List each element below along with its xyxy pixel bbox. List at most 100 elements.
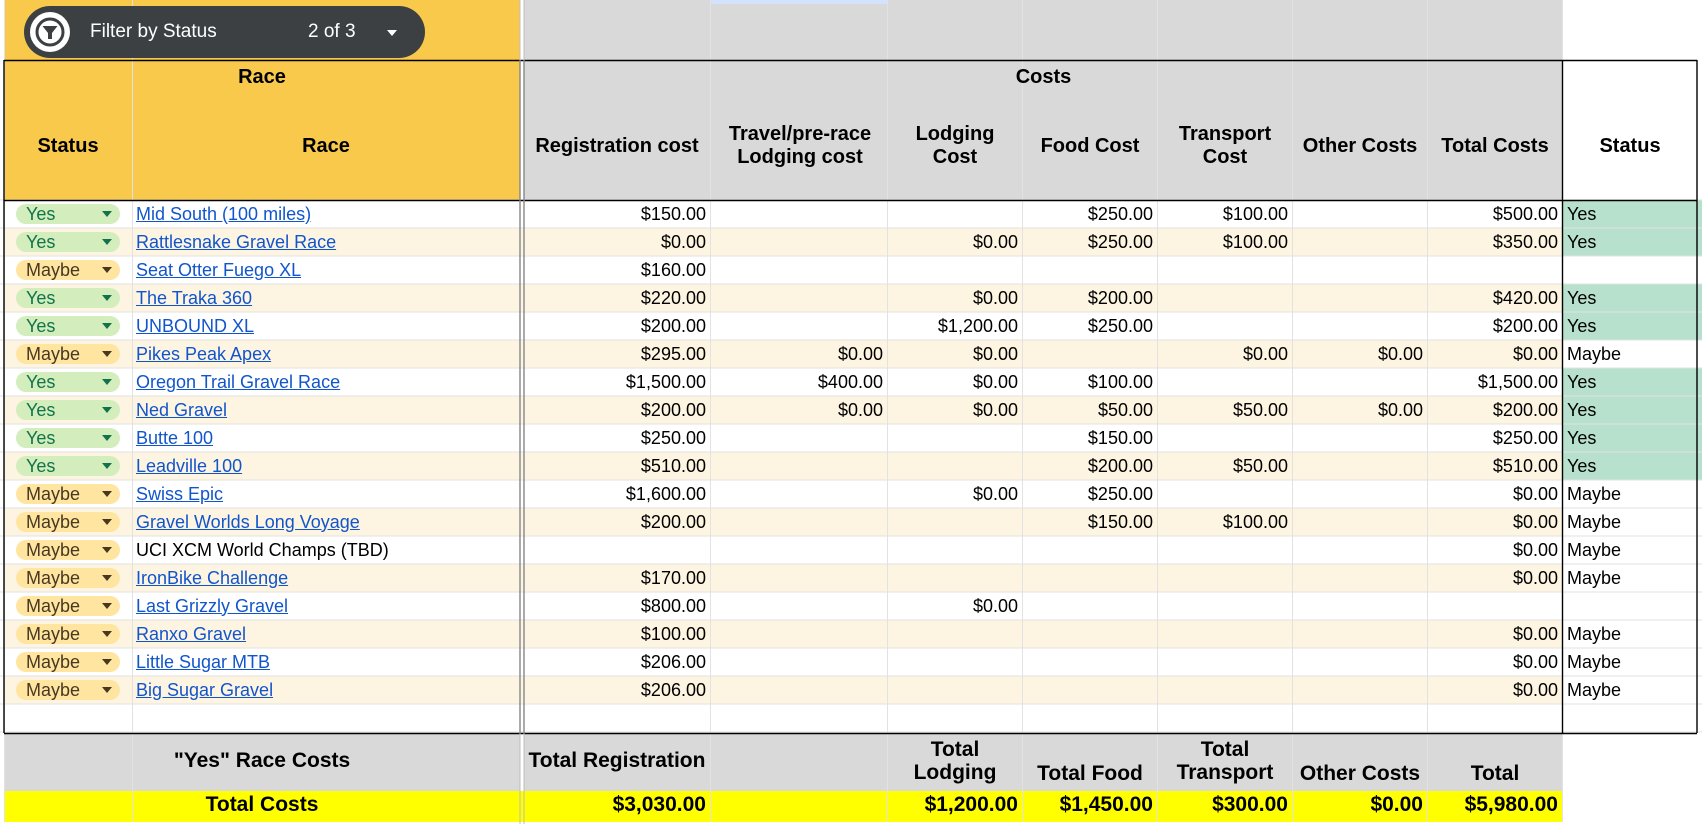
status-dropdown-chip[interactable]: Maybe — [16, 568, 120, 588]
lodging-cost-cell[interactable]: $0.00 — [887, 340, 1022, 368]
status-value-cell[interactable]: Yes — [1563, 452, 1697, 480]
registration-cost-cell[interactable]: $1,500.00 — [524, 368, 710, 396]
chevron-down-icon[interactable] — [102, 211, 112, 217]
transport-cost-cell[interactable]: $50.00 — [1157, 396, 1292, 424]
other-costs-cell[interactable] — [1292, 620, 1427, 648]
other-costs-cell[interactable] — [1292, 368, 1427, 396]
total-costs-cell[interactable]: $0.00 — [1427, 676, 1562, 704]
transport-cost-cell[interactable] — [1157, 256, 1292, 284]
other-costs-cell[interactable] — [1292, 284, 1427, 312]
chevron-down-icon[interactable] — [102, 323, 112, 329]
registration-cost-cell[interactable]: $200.00 — [524, 508, 710, 536]
total-costs-cell[interactable]: $0.00 — [1427, 340, 1562, 368]
race-link[interactable]: Ned Gravel — [132, 396, 520, 424]
total-costs-cell[interactable]: $510.00 — [1427, 452, 1562, 480]
transport-cost-cell[interactable] — [1157, 648, 1292, 676]
lodging-cost-cell[interactable]: $1,200.00 — [887, 312, 1022, 340]
travel-lodging-cost-cell[interactable] — [710, 256, 887, 284]
status-dropdown-chip[interactable]: Yes — [16, 428, 120, 448]
total-costs-cell[interactable]: $0.00 — [1427, 508, 1562, 536]
lodging-cost-cell[interactable]: $0.00 — [887, 480, 1022, 508]
total-costs-cell[interactable] — [1427, 592, 1562, 620]
total-costs-cell[interactable]: $250.00 — [1427, 424, 1562, 452]
status-value-cell[interactable] — [1563, 592, 1697, 620]
food-cost-cell[interactable]: $100.00 — [1022, 368, 1157, 396]
food-cost-cell[interactable] — [1022, 564, 1157, 592]
transport-cost-cell[interactable]: $100.00 — [1157, 508, 1292, 536]
race-link[interactable]: Leadville 100 — [132, 452, 520, 480]
transport-cost-cell[interactable] — [1157, 368, 1292, 396]
status-value-cell[interactable]: Yes — [1563, 284, 1697, 312]
total-costs-cell[interactable]: $500.00 — [1427, 200, 1562, 228]
registration-cost-cell[interactable]: $1,600.00 — [524, 480, 710, 508]
food-cost-cell[interactable]: $150.00 — [1022, 508, 1157, 536]
lodging-cost-cell[interactable] — [887, 256, 1022, 284]
total-costs-cell[interactable]: $350.00 — [1427, 228, 1562, 256]
lodging-cost-cell[interactable] — [887, 564, 1022, 592]
status-dropdown-chip[interactable]: Yes — [16, 288, 120, 308]
registration-cost-cell[interactable]: $800.00 — [524, 592, 710, 620]
other-costs-cell[interactable] — [1292, 424, 1427, 452]
total-costs-cell[interactable]: $0.00 — [1427, 480, 1562, 508]
other-costs-cell[interactable] — [1292, 312, 1427, 340]
filter-icon-button[interactable] — [30, 12, 70, 52]
transport-cost-cell[interactable]: $0.00 — [1157, 340, 1292, 368]
status-value-cell[interactable]: Yes — [1563, 228, 1697, 256]
food-cost-cell[interactable] — [1022, 648, 1157, 676]
status-value-cell[interactable]: Maybe — [1563, 676, 1697, 704]
lodging-cost-cell[interactable]: $0.00 — [887, 592, 1022, 620]
lodging-cost-cell[interactable] — [887, 648, 1022, 676]
race-link[interactable]: UNBOUND XL — [132, 312, 520, 340]
filter-by-status-chip[interactable]: Filter by Status 2 of 3 — [24, 6, 425, 58]
other-costs-cell[interactable] — [1292, 536, 1427, 564]
travel-lodging-cost-cell[interactable] — [710, 564, 887, 592]
registration-cost-cell[interactable]: $170.00 — [524, 564, 710, 592]
other-costs-cell[interactable] — [1292, 200, 1427, 228]
race-link[interactable]: Seat Otter Fuego XL — [132, 256, 520, 284]
race-link[interactable]: Big Sugar Gravel — [132, 676, 520, 704]
race-link[interactable]: Oregon Trail Gravel Race — [132, 368, 520, 396]
status-dropdown-chip[interactable]: Maybe — [16, 344, 120, 364]
chevron-down-icon[interactable] — [102, 687, 112, 693]
travel-lodging-cost-cell[interactable] — [710, 480, 887, 508]
status-dropdown-chip[interactable]: Maybe — [16, 624, 120, 644]
registration-cost-cell[interactable]: $0.00 — [524, 228, 710, 256]
registration-cost-cell[interactable]: $295.00 — [524, 340, 710, 368]
registration-cost-cell[interactable]: $150.00 — [524, 200, 710, 228]
registration-cost-cell[interactable]: $100.00 — [524, 620, 710, 648]
other-costs-cell[interactable]: $0.00 — [1292, 340, 1427, 368]
food-cost-cell[interactable] — [1022, 676, 1157, 704]
status-value-cell[interactable]: Maybe — [1563, 648, 1697, 676]
chevron-down-icon[interactable] — [102, 295, 112, 301]
status-value-cell[interactable] — [1563, 256, 1697, 284]
registration-cost-cell[interactable]: $200.00 — [524, 396, 710, 424]
lodging-cost-cell[interactable]: $0.00 — [887, 368, 1022, 396]
chevron-down-icon[interactable] — [102, 659, 112, 665]
chevron-down-icon[interactable] — [102, 631, 112, 637]
total-costs-cell[interactable]: $200.00 — [1427, 396, 1562, 424]
other-costs-cell[interactable] — [1292, 648, 1427, 676]
chevron-down-icon[interactable] — [102, 435, 112, 441]
lodging-cost-cell[interactable]: $0.00 — [887, 284, 1022, 312]
lodging-cost-cell[interactable] — [887, 676, 1022, 704]
registration-cost-cell[interactable]: $250.00 — [524, 424, 710, 452]
total-costs-cell[interactable]: $0.00 — [1427, 620, 1562, 648]
food-cost-cell[interactable]: $200.00 — [1022, 284, 1157, 312]
food-cost-cell[interactable] — [1022, 536, 1157, 564]
chevron-down-icon[interactable] — [102, 351, 112, 357]
total-costs-cell[interactable]: $0.00 — [1427, 648, 1562, 676]
travel-lodging-cost-cell[interactable] — [710, 648, 887, 676]
race-link[interactable]: Rattlesnake Gravel Race — [132, 228, 520, 256]
status-value-cell[interactable]: Maybe — [1563, 480, 1697, 508]
travel-lodging-cost-cell[interactable]: $0.00 — [710, 340, 887, 368]
status-dropdown-chip[interactable]: Yes — [16, 372, 120, 392]
lodging-cost-cell[interactable] — [887, 424, 1022, 452]
transport-cost-cell[interactable] — [1157, 424, 1292, 452]
status-dropdown-chip[interactable]: Maybe — [16, 512, 120, 532]
race-link[interactable]: Ranxo Gravel — [132, 620, 520, 648]
race-link[interactable]: Gravel Worlds Long Voyage — [132, 508, 520, 536]
transport-cost-cell[interactable] — [1157, 620, 1292, 648]
chevron-down-icon[interactable] — [102, 491, 112, 497]
status-dropdown-chip[interactable]: Maybe — [16, 680, 120, 700]
other-costs-cell[interactable] — [1292, 256, 1427, 284]
